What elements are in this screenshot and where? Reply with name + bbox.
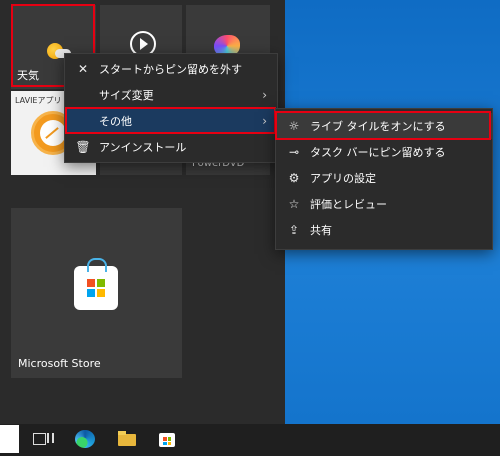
windows-logo-icon <box>163 437 171 445</box>
menu-item-share[interactable]: ⇪ 共有 <box>276 217 492 243</box>
windows-logo-icon <box>87 279 105 297</box>
unpin-icon: ✕ <box>77 62 89 76</box>
microsoft-store-tile[interactable]: Microsoft Store <box>11 208 182 378</box>
menu-item-label: スタートからピン留めを外す <box>99 63 242 76</box>
menu-item-label: サイズ変更 <box>99 89 154 102</box>
task-view-icon[interactable] <box>33 430 54 448</box>
menu-item-rate-and-review[interactable]: ☆ 評価とレビュー <box>276 191 492 217</box>
live-tile-item-highlight <box>275 111 491 140</box>
menu-item-label: タスク バーにピン留めする <box>310 146 446 159</box>
edge-browser-icon[interactable] <box>75 430 95 448</box>
menu-item-unpin-from-start[interactable]: ✕ スタートからピン留めを外す <box>65 56 277 82</box>
star-icon: ☆ <box>288 197 300 211</box>
microsoft-store-tile-label: Microsoft Store <box>18 357 101 370</box>
menu-item-label: 共有 <box>310 224 332 237</box>
gear-icon: ⚙ <box>288 171 300 185</box>
taskbar-search-box[interactable] <box>0 425 21 453</box>
menu-item-label: 評価とレビュー <box>310 198 387 211</box>
share-icon: ⇪ <box>288 223 300 237</box>
menu-item-app-settings[interactable]: ⚙ アプリの設定 <box>276 165 492 191</box>
microsoft-store-taskbar-icon[interactable] <box>158 430 178 448</box>
lavie-app-label: LAVIEアプリ <box>15 96 62 105</box>
file-explorer-icon[interactable] <box>118 430 138 448</box>
menu-item-resize[interactable]: サイズ変更 › <box>65 82 277 108</box>
menu-item-pin-to-taskbar[interactable]: ⊸ タスク バーにピン留めする <box>276 139 492 165</box>
menu-item-label: アプリの設定 <box>310 172 376 185</box>
trash-icon: 🗑 <box>75 140 91 154</box>
menu-item-label: アンインストール <box>99 141 187 154</box>
chevron-right-icon: › <box>262 88 267 102</box>
menu-item-uninstall[interactable]: 🗑 アンインストール <box>65 134 277 160</box>
pin-icon: ⊸ <box>288 145 300 159</box>
more-item-highlight <box>65 107 276 134</box>
store-bag-icon <box>74 258 118 310</box>
